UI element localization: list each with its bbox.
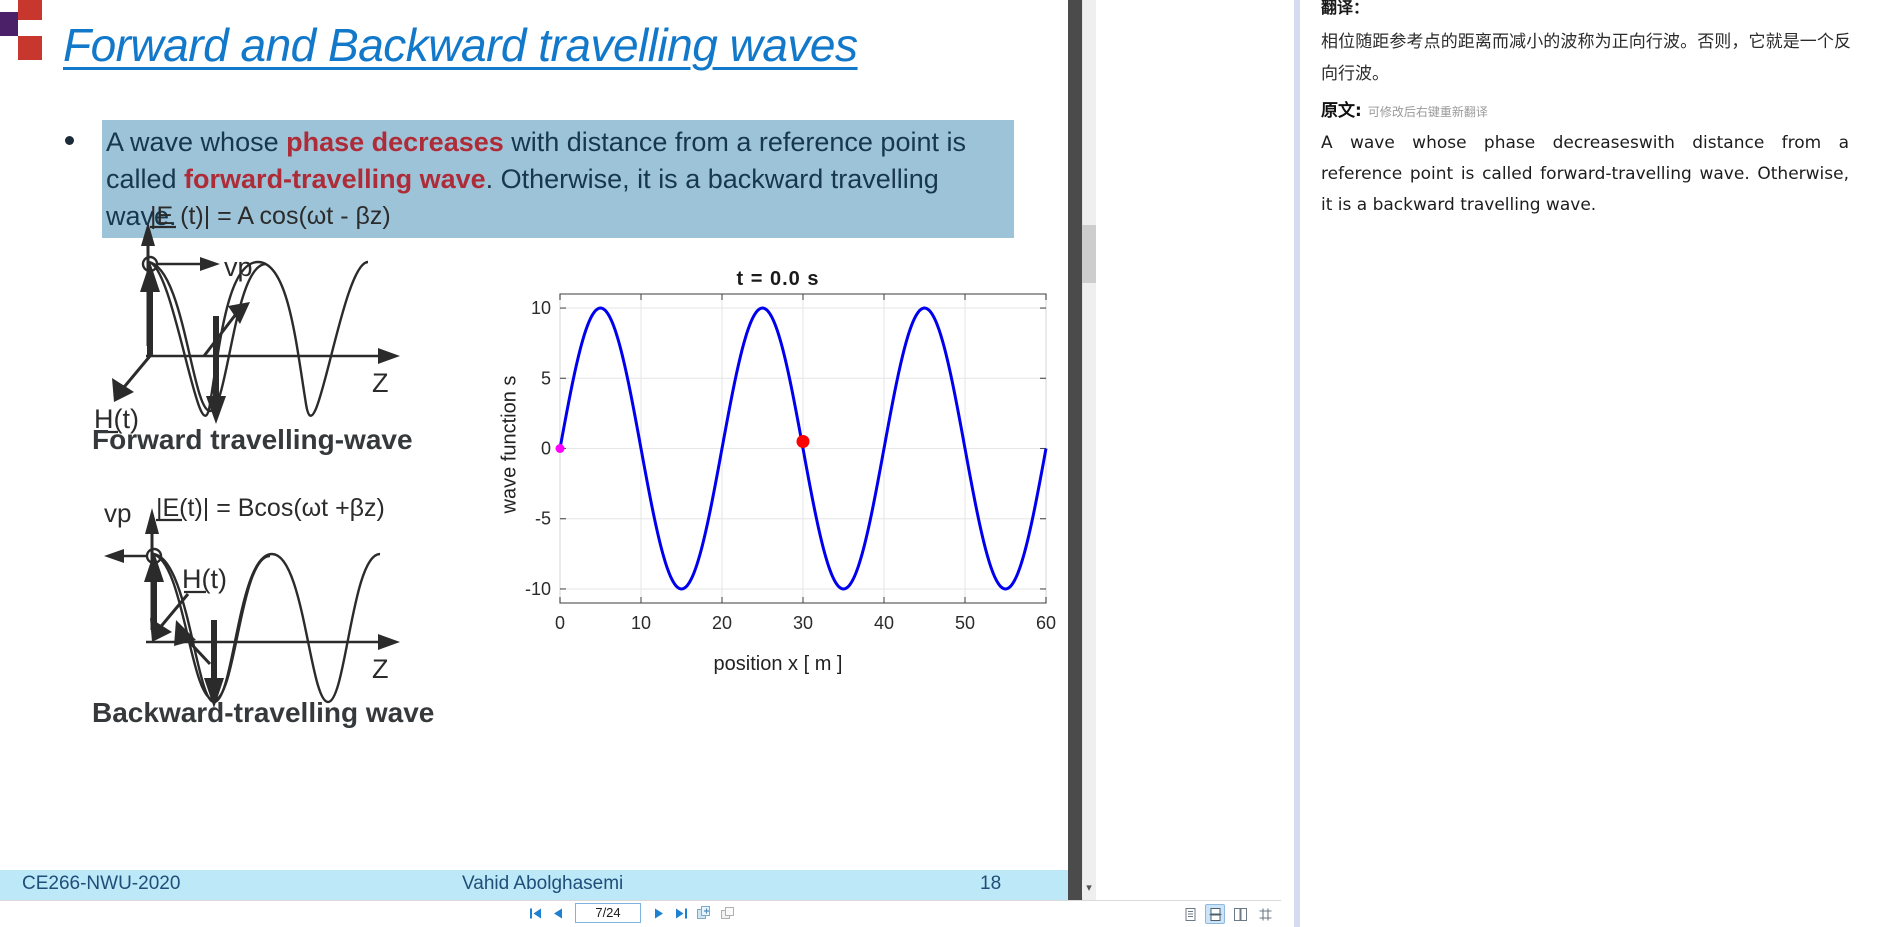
previous-page-icon[interactable] (549, 903, 565, 923)
x-tick-label: 40 (874, 613, 894, 633)
slide-footer: CE266-NWU-2020 Vahid Abolghasemi 18 (0, 870, 1070, 900)
translation-heading: 翻译： (1321, 0, 1370, 17)
document-scrollbar-track[interactable] (1082, 0, 1096, 900)
last-page-icon[interactable] (673, 903, 689, 923)
marker-tracked-point[interactable] (796, 434, 810, 448)
y-tick-label: 0 (541, 439, 551, 459)
backward-h-label: H(t) (182, 564, 227, 594)
view-mode-group (1180, 904, 1275, 924)
backward-equation-text: |E(t)| = Bcos(ωt +βz) (156, 494, 385, 522)
two-page-view-icon[interactable] (1230, 904, 1250, 924)
page-number-input[interactable]: 7/24 (575, 903, 641, 923)
decorative-square-purple (0, 12, 18, 36)
document-viewer[interactable]: Forward and Backward travelling waves A … (0, 0, 1281, 927)
slide-title: Forward and Backward travelling waves (63, 19, 858, 71)
source-heading-row: 原文: 可修改后右键重新翻译 (1321, 96, 1488, 121)
x-tick-label: 30 (793, 613, 813, 633)
forward-equation-text: |E (t)| = A cos(ωt - βz) (150, 202, 391, 230)
forward-wave-caption: Forward travelling-wave (92, 424, 413, 455)
copy-page-icon[interactable] (719, 904, 737, 922)
forward-axis-label: Z (372, 368, 389, 398)
add-bookmark-icon[interactable] (695, 904, 713, 922)
backward-wave-caption: Backward-travelling wave (92, 697, 435, 728)
decorative-square-red-bottom (18, 36, 42, 60)
translation-text: 相位随距参考点的距离而减小的波称为正向行波。否则，它就是一个反向行波。 (1321, 32, 1851, 84)
fit-width-view-icon[interactable] (1255, 904, 1275, 924)
bullet-point-icon (65, 136, 74, 145)
panel-accent-bar (1294, 0, 1300, 927)
x-tick-label: 60 (1036, 613, 1056, 633)
backward-vp-label: vp (104, 498, 131, 528)
x-tick-label: 10 (631, 613, 651, 633)
y-tick-label: -10 (525, 579, 551, 599)
bullet-bold-phase-decreases: phase decreases (286, 127, 504, 157)
forward-vp-label: vp (224, 252, 253, 282)
next-page-icon[interactable] (651, 903, 667, 923)
x-tick-label: 20 (712, 613, 732, 633)
x-tick-label: 50 (955, 613, 975, 633)
backward-axis-label: Z (372, 654, 389, 684)
source-text[interactable]: A wave whose phase decreaseswith distanc… (1321, 128, 1849, 221)
translation-panel: 翻译： 相位随距参考点的距离而减小的波称为正向行波。否则，它就是一个反向行波。 … (1294, 0, 1884, 927)
continuous-scroll-view-icon[interactable] (1205, 904, 1225, 924)
source-hint: 可修改后右键重新翻译 (1367, 105, 1488, 119)
viewer-side-rail (1068, 0, 1082, 900)
document-scrollbar-thumb[interactable] (1082, 225, 1096, 283)
footer-course-code: CE266-NWU-2020 (22, 873, 181, 894)
page-navigation-group: 7/24 (527, 903, 737, 923)
footer-page-number: 18 (980, 873, 1002, 894)
first-page-icon[interactable] (527, 903, 543, 923)
y-tick-label: 5 (541, 368, 551, 388)
viewer-toolbar: 7/24 (0, 900, 1281, 927)
scroll-down-arrow-icon[interactable]: ▾ (1082, 880, 1096, 897)
decorative-square-red-top (18, 0, 42, 20)
y-tick-label: -5 (535, 509, 551, 529)
y-tick-label: 10 (531, 298, 551, 318)
marker-reference-point[interactable] (555, 444, 565, 453)
source-heading: 原文: (1321, 101, 1362, 121)
wave-function-chart: t = 0.0 s wave function s position x [ m… (478, 258, 1078, 678)
application-window: Forward and Backward travelling waves A … (0, 0, 1884, 927)
bullet-lead: A wave whose (106, 127, 287, 157)
single-page-view-icon[interactable] (1180, 904, 1200, 924)
x-tick-label: 0 (555, 613, 565, 633)
footer-author: Vahid Abolghasemi (462, 873, 624, 894)
bullet-bold-forward-travelling-wave: forward-travelling wave (184, 164, 486, 194)
chart-plot-svg: -10 -5 0 5 10 0 10 20 30 40 50 60 (525, 293, 1056, 633)
